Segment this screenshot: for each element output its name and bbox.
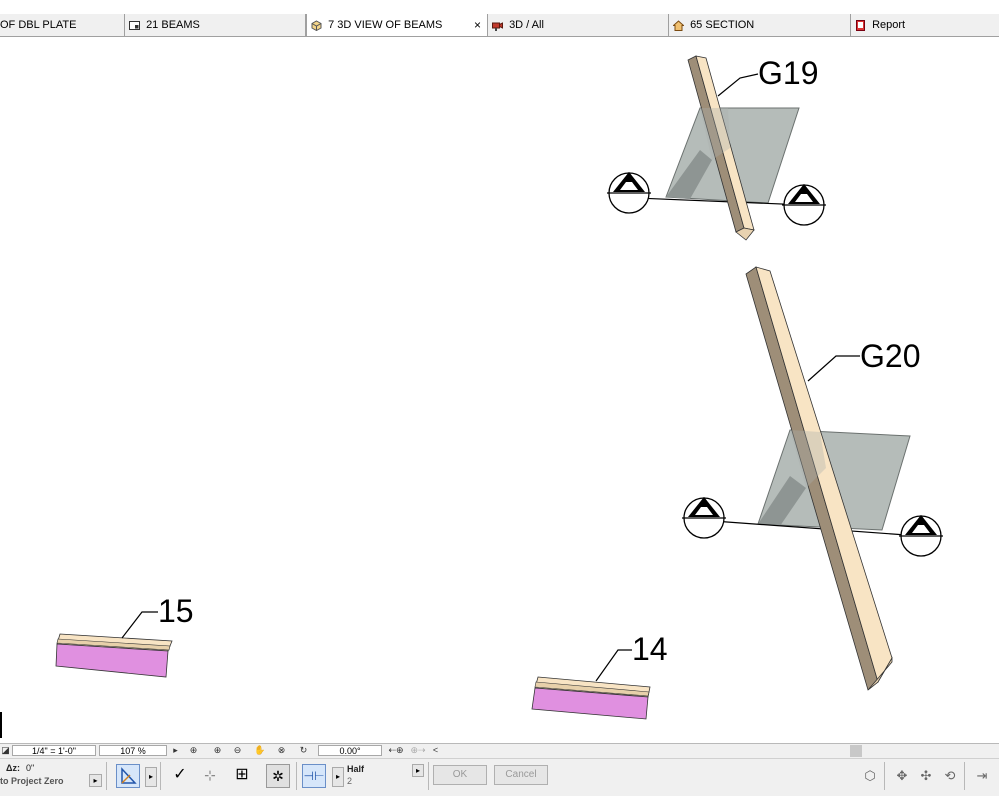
triangle-ruler-icon	[121, 767, 137, 784]
camera-path-icon[interactable]: ⇥	[970, 765, 994, 789]
separator	[964, 762, 965, 790]
view-tab-bar: OF DBL PLATE 21 BEAMS 7 3D VIEW OF BEAMS…	[0, 14, 999, 37]
close-tab-icon[interactable]: ×	[474, 14, 481, 36]
camera-icon	[492, 21, 503, 31]
beam-assembly-g19[interactable]: G19	[607, 55, 826, 241]
3d-view-icon	[311, 20, 322, 31]
tab-label: 21 BEAMS	[146, 19, 200, 31]
rotate-view-icon[interactable]: ↻	[298, 745, 309, 756]
rotation-angle-field[interactable]: 0.00°	[318, 745, 382, 756]
separator	[884, 762, 885, 790]
pen-number: 2	[347, 776, 353, 786]
zoom-field[interactable]: 107 %	[99, 745, 167, 756]
scale-field[interactable]: 1/4" = 1'-0"	[12, 745, 96, 756]
view-status-bar: ◪ 1/4" = 1'-0" 107 % ▸ ⊕ ⊕ ⊖ ✋ ⊗ ↻ 0.00°…	[0, 743, 999, 758]
separator	[106, 762, 107, 790]
tab-label: 3D / All	[509, 19, 544, 31]
line-type-icon[interactable]: ⊣⊢	[302, 764, 326, 788]
report-icon	[856, 19, 865, 31]
separator	[428, 762, 429, 790]
block-14-label: 14	[632, 631, 668, 667]
scale-icon[interactable]: ◪	[0, 745, 11, 756]
cancel-button[interactable]: Cancel	[494, 765, 548, 785]
pan-hand-icon[interactable]: ✋	[254, 745, 265, 756]
magic-wand-icon[interactable]: ✲	[266, 764, 290, 788]
block-15-label: 15	[158, 593, 194, 629]
zoom-out-icon[interactable]: ⊖	[232, 745, 243, 756]
geometry-menu-arrow-icon[interactable]: ▸	[145, 767, 157, 787]
block-15[interactable]: 15	[55, 593, 194, 678]
separator	[160, 762, 161, 790]
tab-label: OF DBL PLATE	[0, 19, 77, 31]
pen-weight-label: Half	[347, 764, 365, 774]
fit-in-window-icon[interactable]: ⊕	[188, 745, 199, 756]
ok-button[interactable]: OK	[433, 765, 487, 785]
reference-menu-arrow-icon[interactable]: ▸	[89, 774, 102, 787]
section-marker-right	[899, 515, 943, 557]
zoom-previous-icon[interactable]: ⊗	[276, 745, 287, 756]
beam-assembly-g20[interactable]: G20	[682, 266, 943, 691]
section-house-icon	[673, 19, 684, 31]
window-top-strip	[0, 0, 999, 14]
reference-level-text: to Project Zero	[0, 776, 64, 786]
tab-21-beams[interactable]: 21 BEAMS	[125, 14, 306, 36]
tab-3d-all[interactable]: 3D / All	[488, 14, 669, 36]
14-leader	[595, 649, 632, 682]
dz-value[interactable]: 0"	[26, 763, 34, 773]
angle-snap-icon[interactable]: ⊹	[198, 764, 222, 788]
tab-label: Report	[872, 19, 906, 31]
tab-65-section[interactable]: 65 SECTION	[669, 14, 851, 36]
dz-label: Δz:	[6, 763, 20, 773]
geometry-method-icon[interactable]	[116, 764, 140, 788]
orbit-icon[interactable]: ✥	[890, 765, 914, 789]
tab-label: 7 3D VIEW OF BEAMS	[328, 19, 443, 31]
horizontal-scroll-thumb[interactable]	[850, 745, 862, 757]
3d-viewport[interactable]: G19 G20 15 14	[0, 37, 999, 743]
g20-label: G20	[860, 338, 920, 374]
g20-leader	[807, 355, 860, 382]
section-marker-left	[607, 172, 651, 214]
3d-navigation-icon[interactable]: ⬡	[858, 765, 882, 789]
tick-mark-icon[interactable]: ✓	[168, 764, 192, 788]
scroll-left-arrow-icon[interactable]: <	[430, 745, 441, 756]
zoom-in-icon[interactable]: ⊕	[212, 745, 223, 756]
tab-report[interactable]: Report	[851, 14, 999, 36]
zoom-menu-arrow-icon[interactable]: ▸	[170, 745, 181, 756]
15-leader	[121, 611, 158, 639]
block-14[interactable]: 14	[531, 631, 668, 720]
layout-sheet-icon	[129, 20, 140, 30]
info-box-toolbar: Δz: 0" to Project Zero ▸ ▸ ✓ ⊹ ⊞ ✲ ⊣⊢ ▸ …	[0, 758, 999, 796]
rotate-3d-icon[interactable]: ⟲	[938, 765, 962, 789]
line-type-menu-arrow-icon[interactable]: ▸	[332, 767, 344, 787]
tab-dbl-plate[interactable]: OF DBL PLATE	[0, 14, 125, 36]
tab-label: 65 SECTION	[690, 19, 755, 31]
separator	[296, 762, 297, 790]
g19-label: G19	[758, 55, 818, 91]
tab-3d-view-of-beams[interactable]: 7 3D VIEW OF BEAMS ×	[306, 14, 488, 36]
section-marker-right	[782, 184, 826, 226]
zoom-back-icon[interactable]: ⇠⊕	[386, 745, 406, 756]
explore-icon[interactable]: ✣	[914, 765, 938, 789]
section-marker-left	[682, 497, 726, 539]
g19-leader	[717, 73, 759, 97]
zoom-forward-icon: ⊕⇢	[410, 745, 426, 755]
grid-snap-icon[interactable]: ⊞	[230, 764, 254, 788]
pen-menu-arrow-icon[interactable]: ▸	[412, 764, 424, 777]
